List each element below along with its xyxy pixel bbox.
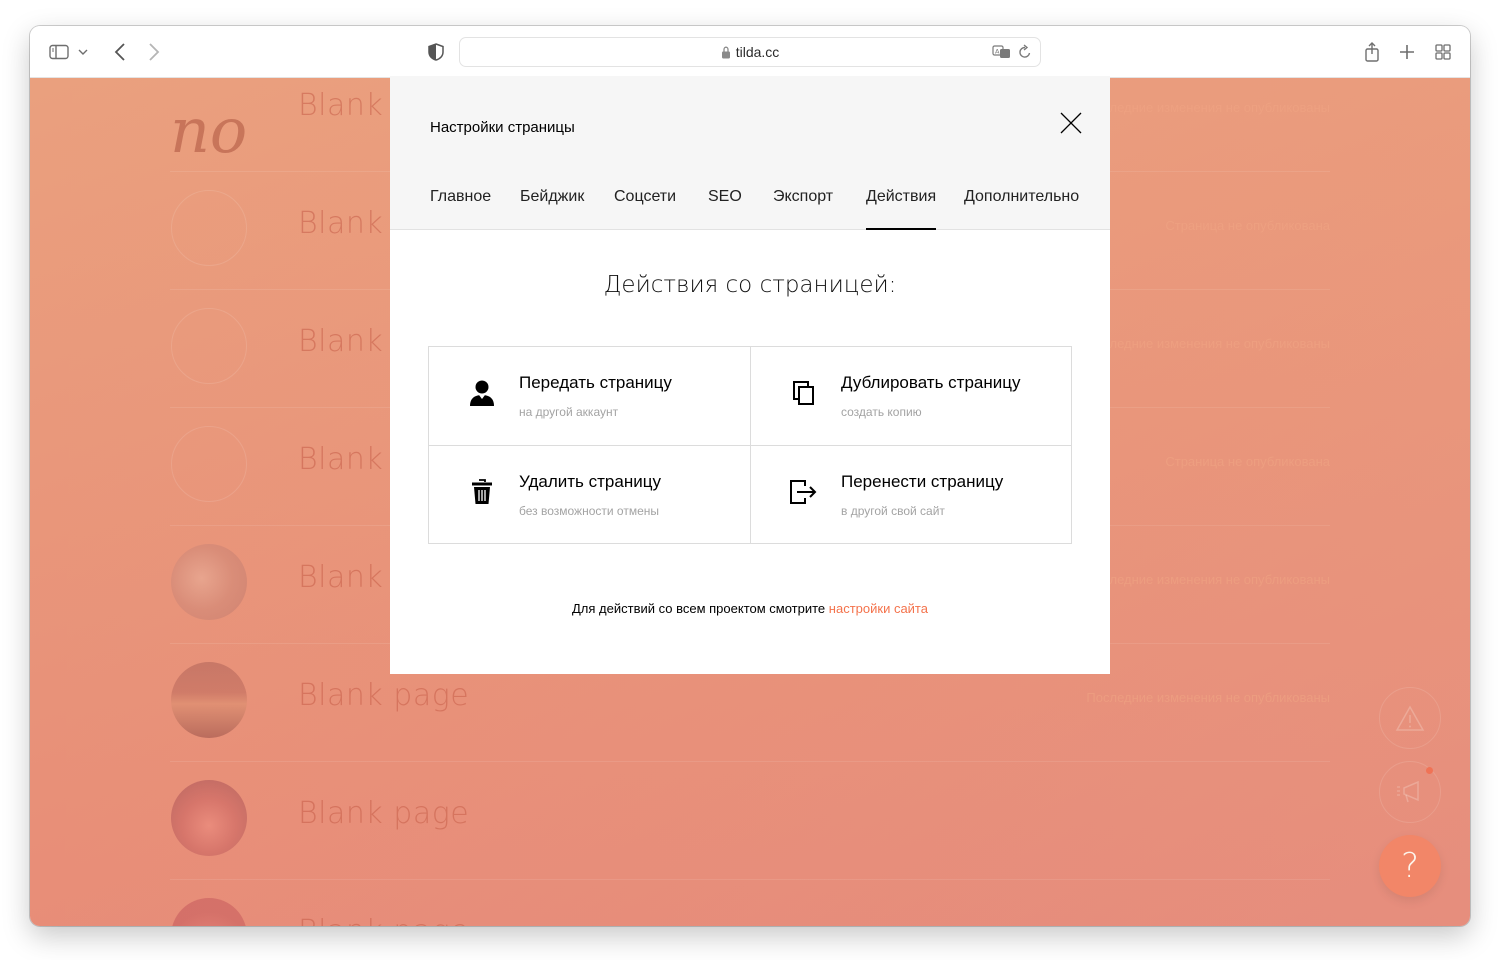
tab-overview-icon[interactable] — [1431, 40, 1455, 64]
reload-icon[interactable] — [1018, 44, 1032, 63]
share-icon[interactable] — [1360, 40, 1384, 64]
tab-badge[interactable]: Бейджик — [520, 188, 584, 230]
modal-header: Настройки страницы Главное Бейджик Соцсе… — [390, 76, 1110, 230]
page-settings-modal: Настройки страницы Главное Бейджик Соцсе… — [390, 76, 1110, 674]
action-title: Удалить страницу — [519, 472, 661, 491]
tab-actions[interactable]: Действия — [866, 188, 937, 230]
page-row[interactable]: Blank page — [170, 762, 1330, 880]
translate-icon[interactable]: A — [992, 44, 1012, 63]
tab-social[interactable]: Соцсети — [614, 188, 676, 230]
svg-text:A: A — [995, 48, 1000, 56]
page-row-status: Страница не опубликована — [1165, 454, 1330, 469]
sidebar-toggle-icon[interactable] — [48, 40, 70, 64]
page-row-status: Последние изменения не опубликованы — [1086, 572, 1330, 587]
megaphone-icon — [1397, 780, 1419, 803]
close-button[interactable] — [1058, 110, 1084, 136]
page-row-status: Последние изменения не опубликованы — [1086, 336, 1330, 351]
back-icon[interactable] — [108, 40, 132, 64]
warning-icon — [1395, 705, 1425, 731]
warning-button[interactable] — [1379, 687, 1441, 749]
modal-title: Настройки страницы — [430, 119, 575, 136]
page-thumbnail — [171, 308, 247, 384]
transfer-page-button[interactable]: Передать страницу на другой аккаунт — [429, 347, 750, 445]
page-row[interactable]: Blank page — [170, 880, 1330, 926]
action-title: Перенести страницу — [841, 472, 1004, 491]
lock-icon — [721, 46, 731, 59]
page-thumbnail — [171, 662, 247, 738]
action-title: Передать страницу — [519, 373, 672, 392]
page-row-status: Последние изменения не опубликованы — [1086, 100, 1330, 115]
browser-toolbar: tilda.cc A — [30, 26, 1470, 78]
new-tab-icon[interactable] — [1395, 40, 1419, 64]
tab-seo[interactable]: SEO — [708, 188, 742, 230]
duplicate-icon — [789, 377, 819, 409]
close-icon — [1060, 112, 1082, 134]
footer-text: Для действий со всем проектом смотрите — [572, 601, 826, 616]
move-page-button[interactable]: Перенести страницу в другой свой сайт — [750, 445, 1071, 543]
action-subtitle: создать копию — [841, 405, 922, 419]
address-bar[interactable]: tilda.cc A — [459, 37, 1041, 67]
delete-page-button[interactable]: Удалить страницу без возможности отмены — [429, 445, 750, 543]
move-icon — [789, 476, 819, 508]
action-subtitle: без возможности отмены — [519, 504, 659, 518]
page-thumbnail — [171, 426, 247, 502]
announcements-button[interactable] — [1379, 761, 1441, 823]
page-row-status: Последние изменения не опубликованы — [1086, 690, 1330, 705]
page-thumbnail — [171, 544, 247, 620]
page-thumbnail — [171, 780, 247, 856]
help-button[interactable]: ? — [1379, 835, 1441, 897]
action-subtitle: в другой свой сайт — [841, 504, 945, 518]
page-row-status: Страница не опубликована — [1165, 218, 1330, 233]
footer-note: Для действий со всем проектом смотрите н… — [390, 601, 1110, 616]
url-text: tilda.cc — [735, 44, 780, 60]
browser-window: tilda.cc A no Blank page Последние измен — [30, 26, 1470, 926]
page-thumbnail — [171, 898, 247, 926]
trash-icon — [467, 476, 497, 508]
tab-export[interactable]: Экспорт — [773, 188, 833, 230]
tab-main[interactable]: Главное — [430, 188, 491, 230]
section-title: Действия со страницей: — [603, 272, 897, 298]
actions-grid: Передать страницу на другой аккаунт Дубл… — [428, 346, 1072, 544]
page-row-title: Blank page — [298, 678, 470, 713]
notification-dot — [1426, 767, 1433, 774]
forward-icon[interactable] — [142, 40, 166, 64]
page-row-title: Blank page — [298, 796, 470, 831]
user-icon — [467, 377, 497, 409]
action-subtitle: на другой аккаунт — [519, 405, 619, 419]
tab-advanced[interactable]: Дополнительно — [964, 188, 1079, 230]
chevron-down-icon[interactable] — [76, 40, 90, 64]
duplicate-page-button[interactable]: Дублировать страницу создать копию — [750, 347, 1071, 445]
privacy-shield-icon[interactable] — [424, 40, 448, 64]
page-row-title: Blank page — [298, 914, 469, 926]
site-settings-link[interactable]: настройки сайта — [829, 601, 928, 616]
action-title: Дублировать страницу — [841, 373, 1021, 392]
page-thumbnail — [171, 190, 247, 266]
